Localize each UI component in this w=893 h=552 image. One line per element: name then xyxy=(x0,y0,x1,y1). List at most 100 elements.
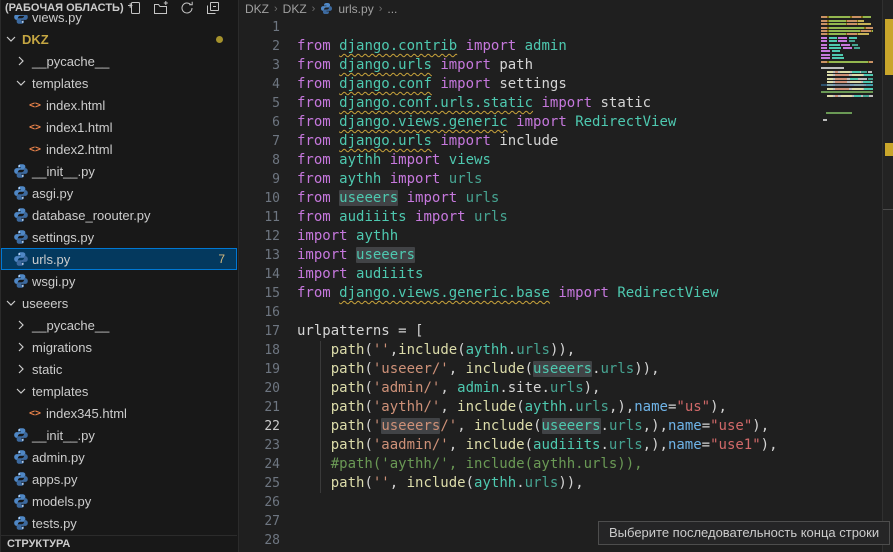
line-number: 21 xyxy=(240,398,280,417)
code-line[interactable]: 22 path('useeers/', include(useeers.urls… xyxy=(240,417,893,436)
explorer-pane-header[interactable]: (РАБОЧАЯ ОБЛАСТЬ) ... xyxy=(1,0,237,15)
explorer-actions xyxy=(127,0,233,16)
tree-item-models.py[interactable]: models.py xyxy=(1,490,237,512)
chevron-right-icon xyxy=(13,339,29,355)
python-icon xyxy=(13,185,29,201)
tree-item-label: admin.py xyxy=(32,450,85,465)
tree-item-label: templates xyxy=(32,76,88,91)
tree-item-label: index1.html xyxy=(46,120,112,135)
tree-item-DKZ[interactable]: DKZ xyxy=(1,28,237,50)
tree-item-label: static xyxy=(32,362,62,377)
line-number: 23 xyxy=(240,436,280,455)
chevron-down-icon xyxy=(3,295,19,311)
tree-item-label: __pycache__ xyxy=(32,318,109,333)
line-number: 10 xyxy=(240,189,280,208)
tree-item-index1.html[interactable]: <>index1.html xyxy=(1,116,237,138)
tree-item-admin.py[interactable]: admin.py xyxy=(1,446,237,468)
tree-item-templates[interactable]: templates xyxy=(1,72,237,94)
line-number: 12 xyxy=(240,227,280,246)
tree-item-label: index345.html xyxy=(46,406,127,421)
html-icon: <> xyxy=(27,144,43,155)
line-number: 5 xyxy=(240,94,280,113)
code-line[interactable]: 6from django.views.generic import Redire… xyxy=(240,113,893,132)
code-line[interactable]: 4from django.conf import settings xyxy=(240,75,893,94)
python-icon xyxy=(13,273,29,289)
code-line[interactable]: 1 xyxy=(240,18,893,37)
code-line[interactable]: 20 path('admin/', admin.site.urls), xyxy=(240,379,893,398)
line-number: 7 xyxy=(240,132,280,151)
tree-item-__pycache__[interactable]: __pycache__ xyxy=(1,50,237,72)
refresh-icon[interactable] xyxy=(179,0,195,16)
tree-item-index2.html[interactable]: <>index2.html xyxy=(1,138,237,160)
chevron-down-icon xyxy=(13,75,29,91)
line-number: 14 xyxy=(240,265,280,284)
code-line[interactable]: 5from django.conf.urls.static import sta… xyxy=(240,94,893,113)
line-number: 9 xyxy=(240,170,280,189)
tree-item-database_roouter.py[interactable]: database_roouter.py xyxy=(1,204,237,226)
warning-marker xyxy=(885,19,893,75)
code-line[interactable]: 3from django.urls import path xyxy=(240,56,893,75)
tree-item-__pycache__[interactable]: __pycache__ xyxy=(1,314,237,336)
code-line[interactable]: 19 path('useeer/', include(useeers.urls)… xyxy=(240,360,893,379)
scrollbar-thumb-edge xyxy=(883,209,893,210)
code-line[interactable]: 12import aythh xyxy=(240,227,893,246)
tree-item-urls.py[interactable]: urls.py7 xyxy=(1,248,237,270)
new-file-icon[interactable] xyxy=(127,0,143,16)
code-line[interactable]: 26 xyxy=(240,493,893,512)
eol-tooltip: Выберите последовательность конца строки xyxy=(598,521,890,545)
tree-item-label: migrations xyxy=(32,340,92,355)
line-number: 24 xyxy=(240,455,280,474)
line-number: 6 xyxy=(240,113,280,132)
collapse-all-icon[interactable] xyxy=(205,0,221,16)
code-line[interactable]: 16 xyxy=(240,303,893,322)
tree-item-label: useeers xyxy=(22,296,68,311)
code-line[interactable]: 11from audiiits import urls xyxy=(240,208,893,227)
tree-item-settings.py[interactable]: settings.py xyxy=(1,226,237,248)
outline-section-header[interactable]: СТРУКТУРА xyxy=(1,535,237,552)
code-line[interactable]: 10from useeers import urls xyxy=(240,189,893,208)
code-line[interactable]: 17urlpatterns = [ xyxy=(240,322,893,341)
code-line[interactable]: 9from aythh import urls xyxy=(240,170,893,189)
tree-item-migrations[interactable]: migrations xyxy=(1,336,237,358)
tree-item-__init__.py[interactable]: __init__.py xyxy=(1,160,237,182)
line-number: 16 xyxy=(240,303,280,322)
code-line[interactable]: 14import audiiits xyxy=(240,265,893,284)
tree-item-useeers[interactable]: useeers xyxy=(1,292,237,314)
code-line[interactable]: 23 path('aadmin/', include(audiiits.urls… xyxy=(240,436,893,455)
tree-item-wsgi.py[interactable]: wsgi.py xyxy=(1,270,237,292)
tree-item-index.html[interactable]: <>index.html xyxy=(1,94,237,116)
line-number: 4 xyxy=(240,75,280,94)
code-line[interactable]: 8from aythh import views xyxy=(240,151,893,170)
tree-item-label: index2.html xyxy=(46,142,112,157)
tree-item-asgi.py[interactable]: asgi.py xyxy=(1,182,237,204)
tree-item-__init__.py[interactable]: __init__.py xyxy=(1,424,237,446)
tree-item-label: models.py xyxy=(32,494,91,509)
code-editor[interactable]: 12from django.contrib import admin3from … xyxy=(240,0,893,552)
tree-item-label: __init__.py xyxy=(32,164,95,179)
tree-item-tests.py[interactable]: tests.py xyxy=(1,512,237,534)
tree-item-templates[interactable]: templates xyxy=(1,380,237,402)
html-icon: <> xyxy=(27,408,43,419)
line-number: 13 xyxy=(240,246,280,265)
python-icon xyxy=(13,471,29,487)
code-line[interactable]: 24 #path('aythh/', include(aythh.urls)), xyxy=(240,455,893,474)
code-line[interactable]: 18 path('',include(aythh.urls)), xyxy=(240,341,893,360)
tree-item-label: __init__.py xyxy=(32,428,95,443)
tree-item-index345.html[interactable]: <>index345.html xyxy=(1,402,237,424)
code-line[interactable]: 2from django.contrib import admin xyxy=(240,37,893,56)
tree-item-label: urls.py xyxy=(32,252,70,267)
tree-item-static[interactable]: static xyxy=(1,358,237,380)
minimap[interactable] xyxy=(821,0,874,552)
code-line[interactable]: 15from django.views.generic.base import … xyxy=(240,284,893,303)
code-line[interactable]: 25 path('', include(aythh.urls)), xyxy=(240,474,893,493)
editor-pane: DKZ › DKZ › urls.py › ... 12from django.… xyxy=(240,0,893,552)
scrollbar-overview-ruler[interactable] xyxy=(882,0,893,552)
code-line[interactable]: 21 path('aythh/', include(aythh.urls,),n… xyxy=(240,398,893,417)
line-number: 17 xyxy=(240,322,280,341)
code-line[interactable]: 13import useeers xyxy=(240,246,893,265)
tree-item-label: settings.py xyxy=(32,230,94,245)
code-line[interactable]: 7from django.urls import include xyxy=(240,132,893,151)
line-number: 11 xyxy=(240,208,280,227)
tree-item-apps.py[interactable]: apps.py xyxy=(1,468,237,490)
new-folder-icon[interactable] xyxy=(153,0,169,16)
